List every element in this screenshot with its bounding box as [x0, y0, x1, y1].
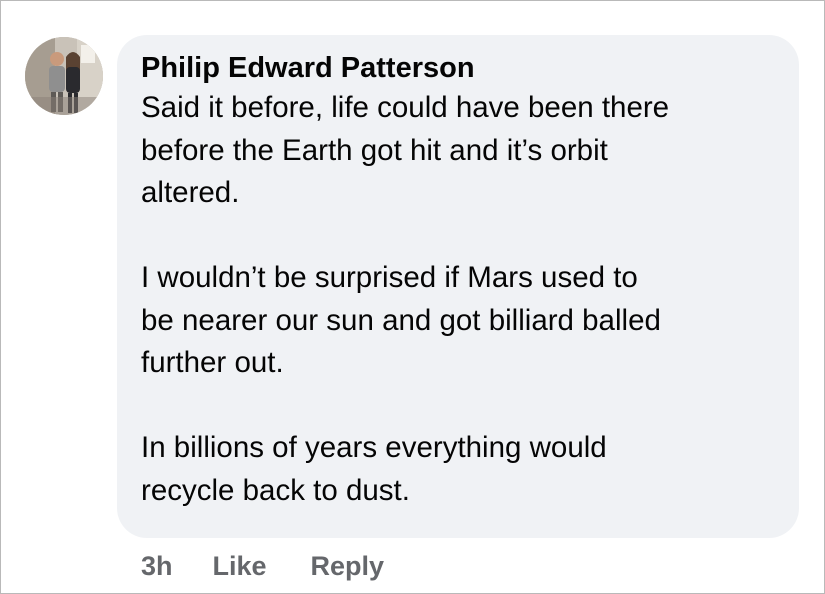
comment-paragraph: In billions of years everything would re…: [141, 427, 777, 512]
comment-timestamp[interactable]: 3h: [141, 551, 173, 582]
comment-line: further out.: [141, 346, 284, 379]
comment-line: altered.: [141, 176, 240, 209]
comment-paragraph: I wouldn’t be surprised if Mars used to …: [141, 257, 777, 385]
like-button[interactable]: Like: [213, 551, 267, 582]
comment-line: recycle back to dust.: [141, 473, 410, 507]
comment-line: before the Earth got hit and it’s orbit: [141, 133, 608, 167]
comment-body: Said it before, life could have been the…: [141, 87, 777, 512]
comment-line: In billions of years everything would: [141, 431, 607, 464]
comment-line: be nearer our sun and got billiard balle…: [141, 303, 661, 337]
comment-line: I wouldn’t be surprised if Mars used to: [141, 261, 638, 294]
reply-button[interactable]: Reply: [311, 551, 385, 582]
comment-actions: 3h Like Reply: [141, 551, 384, 582]
avatar[interactable]: [25, 37, 103, 115]
comment-author-name[interactable]: Philip Edward Patterson: [141, 51, 777, 85]
comment-paragraph: Said it before, life could have been the…: [141, 87, 777, 215]
comment-line: Said it before, life could have been the…: [141, 91, 670, 124]
comment-bubble: Philip Edward Patterson Said it before, …: [117, 35, 799, 538]
avatar-photo: [25, 37, 103, 115]
